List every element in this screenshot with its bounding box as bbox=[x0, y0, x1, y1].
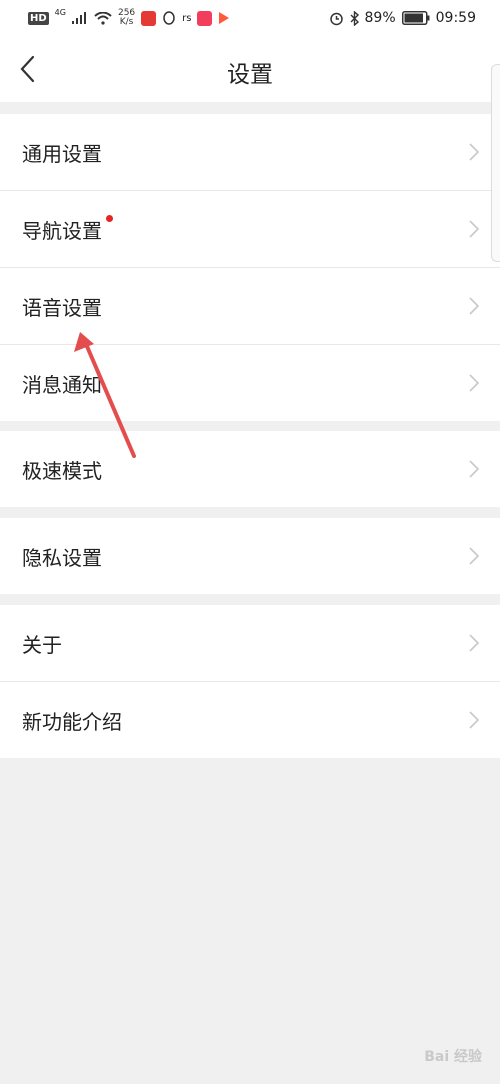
settings-group-main: 通用设置 导航设置 语音设置 消息通知 bbox=[0, 114, 500, 421]
app-icon: rs bbox=[182, 12, 192, 24]
chevron-right-icon bbox=[469, 143, 480, 161]
edge-scroll-handle bbox=[491, 64, 500, 262]
privacy-settings-item[interactable]: 隐私设置 bbox=[0, 518, 500, 594]
video-app-icon bbox=[197, 10, 213, 26]
chevron-right-icon bbox=[469, 460, 480, 478]
page-title: 设置 bbox=[227, 62, 273, 88]
general-settings-item[interactable]: 通用设置 bbox=[0, 114, 500, 191]
hd-icon: HD bbox=[28, 11, 49, 25]
settings-group-privacy: 隐私设置 bbox=[0, 518, 500, 594]
status-right: 89% 09:59 bbox=[329, 10, 476, 26]
navigation-settings-item[interactable]: 导航设置 bbox=[0, 191, 500, 268]
new-features-item[interactable]: 新功能介绍 bbox=[0, 682, 500, 758]
clock: 09:59 bbox=[435, 10, 476, 26]
settings-group-about: 关于 新功能介绍 bbox=[0, 605, 500, 758]
signal-icon bbox=[71, 12, 86, 24]
about-item[interactable]: 关于 bbox=[0, 605, 500, 682]
item-label: 语音设置 bbox=[22, 296, 102, 320]
item-label: 隐私设置 bbox=[22, 546, 102, 570]
app-header: 设置 bbox=[0, 36, 500, 102]
chevron-right-icon bbox=[469, 374, 480, 392]
status-bar: HD 4G 256 K/s rs 89% 09:59 bbox=[0, 0, 500, 36]
wifi-icon bbox=[94, 11, 112, 25]
battery-icon bbox=[401, 11, 430, 25]
new-badge-dot bbox=[106, 215, 113, 222]
voice-settings-item[interactable]: 语音设置 bbox=[0, 268, 500, 345]
watermark: Bai 经验 bbox=[424, 1049, 482, 1065]
network-type: 4G bbox=[54, 7, 66, 17]
chevron-right-icon bbox=[469, 634, 480, 652]
item-label: 新功能介绍 bbox=[22, 710, 122, 734]
item-label: 消息通知 bbox=[22, 373, 102, 397]
qq-icon bbox=[163, 10, 175, 25]
item-label: 关于 bbox=[22, 633, 62, 657]
battery-percent: 89% bbox=[364, 10, 396, 26]
item-label: 导航设置 bbox=[22, 219, 102, 243]
play-app-icon bbox=[219, 12, 230, 24]
settings-group-speed: 极速模式 bbox=[0, 431, 500, 507]
chevron-right-icon bbox=[469, 547, 480, 565]
microphone-app-icon bbox=[141, 10, 157, 26]
message-notification-item[interactable]: 消息通知 bbox=[0, 345, 500, 421]
network-speed: 256 K/s bbox=[117, 8, 136, 27]
chevron-right-icon bbox=[469, 711, 480, 729]
item-label: 极速模式 bbox=[22, 459, 102, 483]
bluetooth-icon bbox=[350, 10, 359, 26]
status-left: HD 4G 256 K/s rs bbox=[28, 7, 230, 27]
alarm-icon bbox=[329, 12, 343, 25]
speed-mode-item[interactable]: 极速模式 bbox=[0, 431, 500, 507]
chevron-right-icon bbox=[469, 297, 480, 315]
chevron-right-icon bbox=[469, 220, 480, 238]
item-label: 通用设置 bbox=[22, 142, 102, 166]
